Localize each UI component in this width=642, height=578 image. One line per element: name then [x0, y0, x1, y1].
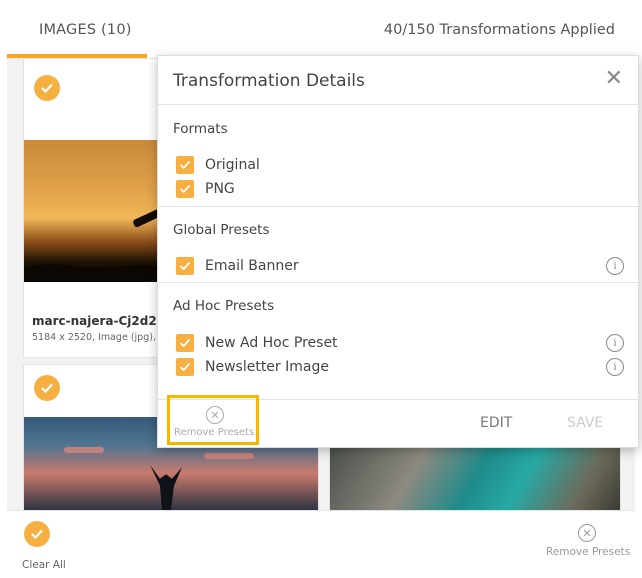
info-icon[interactable]: i — [606, 334, 624, 352]
image-thumbnail[interactable] — [330, 445, 620, 511]
option-label: PNG — [205, 181, 235, 197]
info-icon[interactable]: i — [606, 257, 624, 275]
divider — [158, 206, 638, 207]
footer-toolbar: Clear All ✕ Remove Presets — [7, 510, 635, 578]
remove-circle-icon: ✕ — [206, 406, 224, 424]
tab-images[interactable]: IMAGES (10) — [39, 22, 132, 38]
option-new-ad-hoc-preset[interactable]: New Ad Hoc Preset i — [176, 334, 626, 354]
cloud-shape — [64, 447, 104, 453]
divider — [158, 282, 638, 283]
option-original[interactable]: Original — [176, 156, 626, 176]
edit-button[interactable]: EDIT — [480, 415, 512, 431]
remove-presets-button[interactable]: ✕ Remove Presets — [167, 395, 259, 445]
transformation-details-modal: Transformation Details ✕ Formats Origina… — [157, 55, 639, 448]
person-silhouette — [150, 465, 182, 511]
option-email-banner[interactable]: Email Banner i — [176, 257, 626, 277]
option-label: New Ad Hoc Preset — [205, 335, 338, 351]
section-title-global-presets: Global Presets — [173, 222, 270, 238]
checkbox-checked-icon[interactable] — [176, 257, 194, 275]
header: IMAGES (10) 40/150 Transformations Appli… — [7, 0, 635, 59]
selected-check-icon[interactable] — [34, 75, 60, 101]
checkbox-checked-icon[interactable] — [176, 334, 194, 352]
remove-presets-footer-button[interactable]: ✕ Remove Presets — [546, 524, 630, 564]
cloud-shape — [204, 453, 254, 459]
option-label: Newsletter Image — [205, 359, 329, 375]
option-newsletter-image[interactable]: Newsletter Image i — [176, 358, 626, 378]
section-title-formats: Formats — [173, 121, 228, 137]
option-label: Original — [205, 157, 260, 173]
info-icon[interactable]: i — [606, 358, 624, 376]
checkbox-checked-icon[interactable] — [176, 180, 194, 198]
transformations-count: 40/150 Transformations Applied — [383, 22, 615, 38]
image-meta: 5184 x 2520, Image (jpg), 1.7 MB — [32, 332, 162, 343]
save-button[interactable]: SAVE — [567, 415, 603, 431]
divider — [158, 104, 638, 105]
checkbox-checked-icon[interactable] — [176, 358, 194, 376]
section-title-ad-hoc-presets: Ad Hoc Presets — [173, 298, 275, 314]
image-filename: marc-najera-Cj2d2IUEPDM — [32, 314, 162, 328]
modal-title: Transformation Details — [173, 71, 365, 91]
option-label: Email Banner — [205, 258, 299, 274]
close-icon[interactable]: ✕ — [605, 68, 623, 90]
check-icon — [24, 521, 50, 547]
selected-check-icon[interactable] — [34, 375, 60, 401]
option-png[interactable]: PNG — [176, 180, 626, 200]
checkbox-checked-icon[interactable] — [176, 156, 194, 174]
remove-circle-icon: ✕ — [578, 524, 596, 542]
clear-all-label: Clear All — [22, 559, 66, 571]
remove-presets-label: Remove Presets — [546, 546, 631, 558]
remove-presets-label: Remove Presets — [174, 427, 255, 438]
